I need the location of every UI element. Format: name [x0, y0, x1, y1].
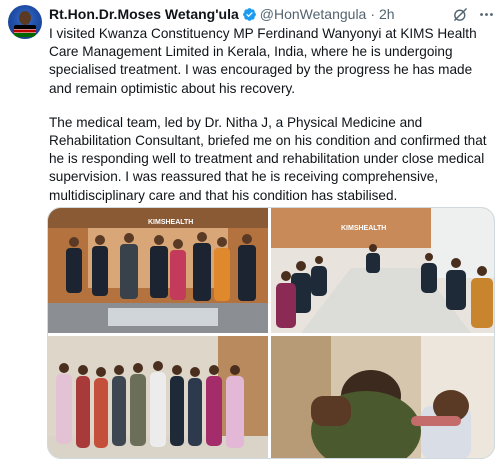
avatar[interactable]	[8, 5, 42, 39]
handle[interactable]: @HonWetangula	[260, 6, 367, 22]
tweet-paragraph-1: I visited Kwanza Constituency MP Ferdina…	[49, 26, 481, 96]
separator-dot: ·	[370, 6, 376, 22]
photo-group-meeting-room-image: KIMSHEALTH	[48, 208, 268, 333]
display-name[interactable]: Rt.Hon.Dr.Moses Wetang'ula	[49, 6, 239, 22]
tweet[interactable]: Rt.Hon.Dr.Moses Wetang'ula @HonWetangula…	[0, 0, 500, 463]
photo-embrace-image	[271, 336, 494, 458]
timestamp[interactable]: 2h	[379, 6, 395, 22]
photo-conference-table[interactable]: KIMSHEALTH	[271, 208, 494, 333]
photo-embrace[interactable]	[271, 336, 494, 458]
grok-icon[interactable]	[452, 6, 469, 23]
tweet-paragraph-2: The medical team, led by Dr. Nitha J, a …	[49, 114, 491, 203]
photo-conference-table-image: KIMSHEALTH	[271, 208, 494, 333]
photo-group-with-nurses-image	[48, 336, 268, 458]
verified-badge-icon	[242, 7, 256, 21]
photo-group-meeting-room[interactable]: KIMSHEALTH	[48, 208, 268, 333]
photo2-sign: KIMSHEALTH	[341, 225, 386, 232]
more-icon[interactable]	[478, 6, 495, 23]
avatar-flag	[14, 25, 36, 37]
avatar-face	[19, 11, 31, 25]
photo1-sign: KIMSHEALTH	[148, 219, 193, 226]
tweet-text: I visited Kwanza Constituency MP Ferdina…	[49, 25, 497, 205]
photo-group-with-nurses[interactable]	[48, 336, 268, 458]
tweet-header: Rt.Hon.Dr.Moses Wetang'ula @HonWetangula…	[49, 5, 395, 23]
media-grid: KIMSHEALTH KIMSHEALTH	[47, 207, 495, 459]
